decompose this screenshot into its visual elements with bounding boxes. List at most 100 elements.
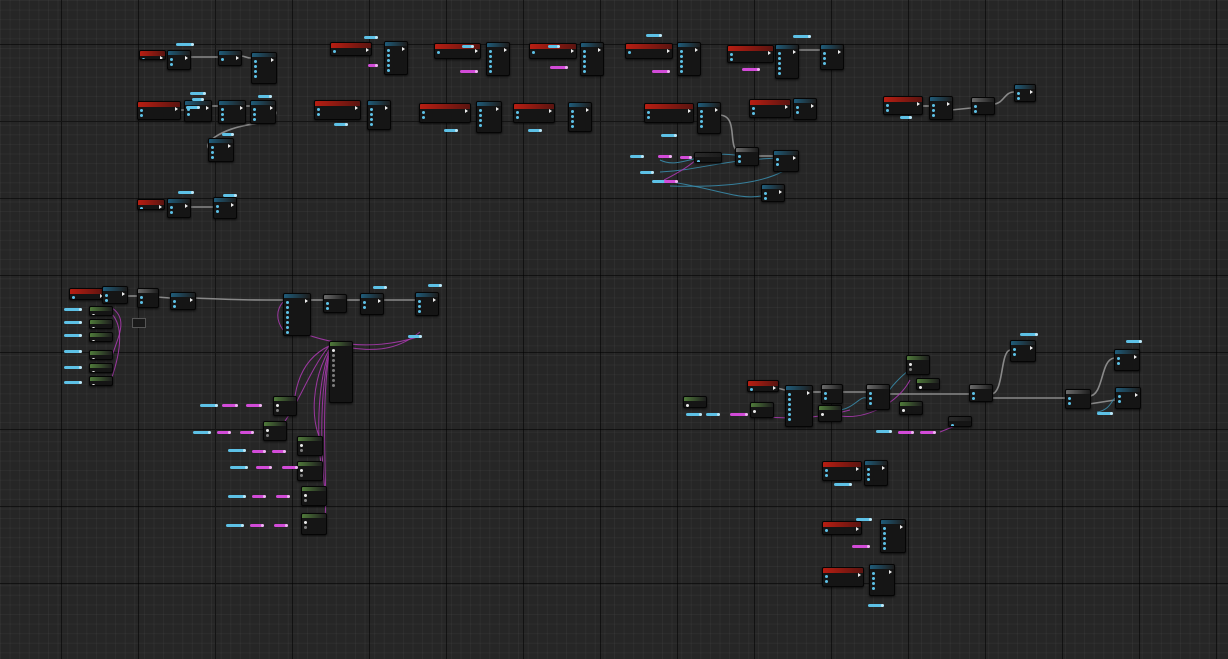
data-pin[interactable] <box>680 65 683 68</box>
exec-out-pin[interactable] <box>228 144 231 148</box>
exec-out-pin[interactable] <box>402 47 405 51</box>
data-pin[interactable] <box>105 294 108 297</box>
data-pin[interactable] <box>909 363 912 366</box>
function-node[interactable] <box>476 101 502 133</box>
data-pin[interactable] <box>951 424 954 426</box>
data-pin[interactable] <box>730 53 733 56</box>
pure-node[interactable] <box>969 384 993 402</box>
data-pin[interactable] <box>778 72 781 75</box>
data-pin[interactable] <box>304 526 307 529</box>
data-pin[interactable] <box>1017 97 1020 100</box>
function-node[interactable] <box>360 293 384 315</box>
event-node[interactable] <box>625 43 673 59</box>
data-pin[interactable] <box>730 58 733 61</box>
data-pin[interactable] <box>418 300 421 303</box>
data-pin[interactable] <box>825 474 828 477</box>
float-variable-pill[interactable] <box>900 116 912 119</box>
data-pin[interactable] <box>686 404 689 407</box>
data-pin[interactable] <box>387 69 390 72</box>
data-pin[interactable] <box>764 192 767 195</box>
float-variable-pill[interactable] <box>334 123 348 126</box>
vector-variable-pill[interactable] <box>550 66 568 69</box>
function-node[interactable] <box>697 102 721 134</box>
exec-out-pin[interactable] <box>598 48 601 52</box>
float-variable-pill[interactable] <box>1097 412 1113 415</box>
float-variable-pill[interactable] <box>428 284 442 287</box>
data-pin[interactable] <box>370 108 373 111</box>
function-node[interactable] <box>880 519 906 553</box>
blueprint-graph-canvas[interactable] <box>0 0 1228 659</box>
exec-out-pin[interactable] <box>504 48 507 52</box>
data-pin[interactable] <box>363 306 366 309</box>
exec-out-pin[interactable] <box>900 525 903 529</box>
data-pin[interactable] <box>489 65 492 68</box>
exec-out-pin[interactable] <box>1134 355 1137 359</box>
function-node[interactable] <box>218 100 246 124</box>
data-pin[interactable] <box>872 577 875 580</box>
data-pin[interactable] <box>788 398 791 401</box>
data-pin[interactable] <box>221 118 224 121</box>
function-node[interactable] <box>251 52 277 84</box>
data-pin[interactable] <box>216 205 219 208</box>
float-variable-pill[interactable] <box>228 495 246 498</box>
data-pin[interactable] <box>422 116 425 119</box>
data-pin[interactable] <box>317 108 320 111</box>
data-pin[interactable] <box>778 67 781 70</box>
data-pin[interactable] <box>489 70 492 73</box>
event-node[interactable] <box>822 521 862 535</box>
data-pin[interactable] <box>532 51 535 54</box>
data-pin[interactable] <box>825 529 828 532</box>
float-variable-pill[interactable] <box>646 34 662 37</box>
float-variable-pill[interactable] <box>834 483 852 486</box>
function-node[interactable] <box>384 41 408 75</box>
exec-out-pin[interactable] <box>231 203 234 207</box>
function-node[interactable] <box>213 197 237 219</box>
float-variable-pill[interactable] <box>228 449 246 452</box>
data-pin[interactable] <box>867 478 870 481</box>
event-node[interactable] <box>644 103 694 123</box>
vector-variable-pill[interactable] <box>368 64 378 67</box>
data-pin[interactable] <box>823 62 826 65</box>
function-node[interactable] <box>1010 340 1036 362</box>
data-pin[interactable] <box>286 331 289 334</box>
data-pin[interactable] <box>571 120 574 123</box>
data-pin[interactable] <box>422 111 425 114</box>
data-pin[interactable] <box>919 386 922 389</box>
exec-out-pin[interactable] <box>695 48 698 52</box>
data-pin[interactable] <box>332 374 335 377</box>
data-pin[interactable] <box>647 111 650 114</box>
data-pin[interactable] <box>332 359 335 362</box>
data-pin[interactable] <box>647 116 650 119</box>
float-variable-pill[interactable] <box>528 129 542 132</box>
data-pin[interactable] <box>479 124 482 127</box>
data-pin[interactable] <box>872 587 875 590</box>
vector-variable-pill[interactable] <box>282 466 298 469</box>
data-pin[interactable] <box>266 429 269 432</box>
data-pin[interactable] <box>489 50 492 53</box>
event-node[interactable] <box>330 42 372 56</box>
data-pin[interactable] <box>253 118 256 121</box>
exec-out-pin[interactable] <box>889 570 892 574</box>
data-pin[interactable] <box>92 340 95 341</box>
struct-node[interactable] <box>906 355 930 375</box>
data-pin[interactable] <box>286 321 289 324</box>
data-pin[interactable] <box>972 397 975 400</box>
event-node[interactable] <box>883 96 923 115</box>
function-node[interactable] <box>775 44 799 79</box>
data-pin[interactable] <box>92 358 95 359</box>
vector-variable-pill[interactable] <box>852 545 870 548</box>
struct-node[interactable] <box>89 306 113 316</box>
float-variable-pill[interactable] <box>640 171 654 174</box>
data-pin[interactable] <box>886 104 889 107</box>
data-pin[interactable] <box>788 393 791 396</box>
data-pin[interactable] <box>387 64 390 67</box>
data-pin[interactable] <box>628 51 631 54</box>
data-pin[interactable] <box>869 392 872 395</box>
event-node[interactable] <box>513 103 555 123</box>
float-variable-pill[interactable] <box>64 334 82 337</box>
vector-variable-pill[interactable] <box>920 431 936 434</box>
data-pin[interactable] <box>824 397 827 400</box>
data-pin[interactable] <box>276 404 279 407</box>
float-variable-pill[interactable] <box>630 155 644 158</box>
data-pin[interactable] <box>479 109 482 112</box>
